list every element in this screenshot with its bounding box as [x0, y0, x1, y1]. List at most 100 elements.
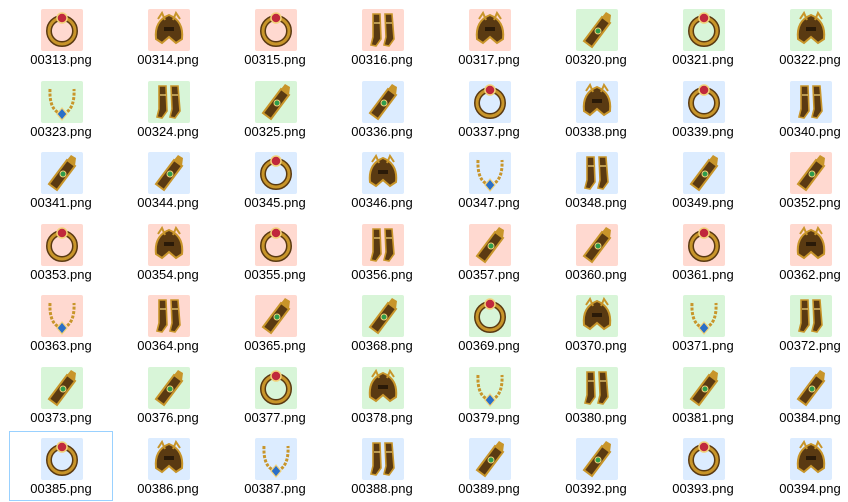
file-grid: 00313.png 00314.png 00315.png 00316.png … [0, 0, 848, 502]
file-item[interactable]: 00340.png [758, 74, 848, 144]
file-item[interactable]: 00379.png [437, 360, 541, 430]
file-item[interactable]: 00389.png [437, 431, 541, 501]
boots-icon [362, 438, 404, 480]
file-item[interactable]: 00360.png [544, 217, 648, 287]
file-item[interactable]: 00361.png [651, 217, 755, 287]
file-item[interactable]: 00356.png [330, 217, 434, 287]
file-item[interactable]: 00314.png [116, 2, 220, 72]
file-item[interactable]: 00363.png [9, 288, 113, 358]
bracer-icon [255, 80, 297, 123]
ring-icon [683, 80, 725, 123]
file-item[interactable]: 00320.png [544, 2, 648, 72]
file-name-label: 00347.png [458, 195, 520, 210]
file-item[interactable]: 00385.png [9, 431, 113, 501]
file-item[interactable]: 00362.png [758, 217, 848, 287]
boots-icon [362, 223, 404, 266]
file-name-label: 00372.png [779, 338, 841, 353]
file-item[interactable]: 00317.png [437, 2, 541, 72]
file-name-label: 00370.png [565, 338, 627, 353]
file-item[interactable]: 00325.png [223, 74, 327, 144]
file-item[interactable]: 00386.png [116, 431, 220, 501]
helmet-icon [148, 9, 190, 51]
file-name-label: 00393.png [672, 481, 734, 496]
file-item[interactable]: 00394.png [758, 431, 848, 501]
file-item[interactable]: 00313.png [9, 2, 113, 72]
ring-icon [683, 223, 725, 266]
file-item[interactable]: 00387.png [223, 431, 327, 501]
necklace-icon [469, 152, 511, 194]
file-item[interactable]: 00388.png [330, 431, 434, 501]
file-item[interactable]: 00376.png [116, 360, 220, 430]
file-name-label: 00353.png [30, 266, 92, 282]
file-item[interactable]: 00372.png [758, 288, 848, 358]
file-item[interactable]: 00345.png [223, 145, 327, 215]
file-item[interactable]: 00369.png [437, 288, 541, 358]
bracer-icon [362, 295, 404, 337]
ring-icon [41, 223, 83, 266]
bracer-icon [362, 80, 404, 123]
bracer-icon [683, 366, 725, 409]
file-name-label: 00368.png [351, 338, 413, 353]
file-item[interactable]: 00355.png [223, 217, 327, 287]
file-name-label: 00340.png [779, 123, 841, 139]
file-item[interactable]: 00378.png [330, 360, 434, 430]
file-name-label: 00349.png [672, 195, 734, 210]
bracer-icon [41, 366, 83, 409]
file-item[interactable]: 00373.png [9, 360, 113, 430]
file-item[interactable]: 00364.png [116, 288, 220, 358]
file-item[interactable]: 00337.png [437, 74, 541, 144]
bracer-icon [148, 152, 190, 194]
file-item[interactable]: 00371.png [651, 288, 755, 358]
file-name-label: 00322.png [779, 52, 841, 67]
file-item[interactable]: 00357.png [437, 217, 541, 287]
file-item[interactable]: 00365.png [223, 288, 327, 358]
file-name-label: 00317.png [458, 52, 520, 67]
file-item[interactable]: 00377.png [223, 360, 327, 430]
file-item[interactable]: 00349.png [651, 145, 755, 215]
helmet-icon [790, 438, 832, 480]
ring-icon [41, 9, 83, 51]
file-item[interactable]: 00392.png [544, 431, 648, 501]
file-item[interactable]: 00348.png [544, 145, 648, 215]
file-item[interactable]: 00354.png [116, 217, 220, 287]
file-name-label: 00371.png [672, 338, 734, 353]
file-name-label: 00324.png [137, 123, 199, 139]
file-item[interactable]: 00380.png [544, 360, 648, 430]
file-name-label: 00320.png [565, 52, 627, 67]
file-name-label: 00360.png [565, 266, 627, 282]
helmet-icon [362, 366, 404, 409]
necklace-icon [41, 295, 83, 337]
file-item[interactable]: 00347.png [437, 145, 541, 215]
file-item[interactable]: 00339.png [651, 74, 755, 144]
ring-icon [41, 438, 83, 480]
file-item[interactable]: 00370.png [544, 288, 648, 358]
file-item[interactable]: 00338.png [544, 74, 648, 144]
file-item[interactable]: 00321.png [651, 2, 755, 72]
necklace-icon [41, 80, 83, 123]
helmet-icon [362, 152, 404, 194]
file-item[interactable]: 00353.png [9, 217, 113, 287]
file-item[interactable]: 00344.png [116, 145, 220, 215]
file-item[interactable]: 00316.png [330, 2, 434, 72]
file-item[interactable]: 00341.png [9, 145, 113, 215]
file-item[interactable]: 00323.png [9, 74, 113, 144]
file-item[interactable]: 00381.png [651, 360, 755, 430]
file-item[interactable]: 00368.png [330, 288, 434, 358]
file-name-label: 00348.png [565, 195, 627, 210]
file-name-label: 00339.png [672, 123, 734, 139]
file-item[interactable]: 00315.png [223, 2, 327, 72]
file-name-label: 00346.png [351, 195, 413, 210]
file-item[interactable]: 00336.png [330, 74, 434, 144]
file-item[interactable]: 00324.png [116, 74, 220, 144]
file-item[interactable]: 00352.png [758, 145, 848, 215]
file-name-label: 00314.png [137, 52, 199, 67]
file-name-label: 00389.png [458, 481, 520, 496]
file-item[interactable]: 00322.png [758, 2, 848, 72]
file-name-label: 00373.png [30, 409, 92, 425]
file-item[interactable]: 00384.png [758, 360, 848, 430]
boots-icon [148, 295, 190, 337]
file-item[interactable]: 00346.png [330, 145, 434, 215]
file-item[interactable]: 00393.png [651, 431, 755, 501]
file-name-label: 00379.png [458, 409, 520, 425]
bracer-icon [683, 152, 725, 194]
